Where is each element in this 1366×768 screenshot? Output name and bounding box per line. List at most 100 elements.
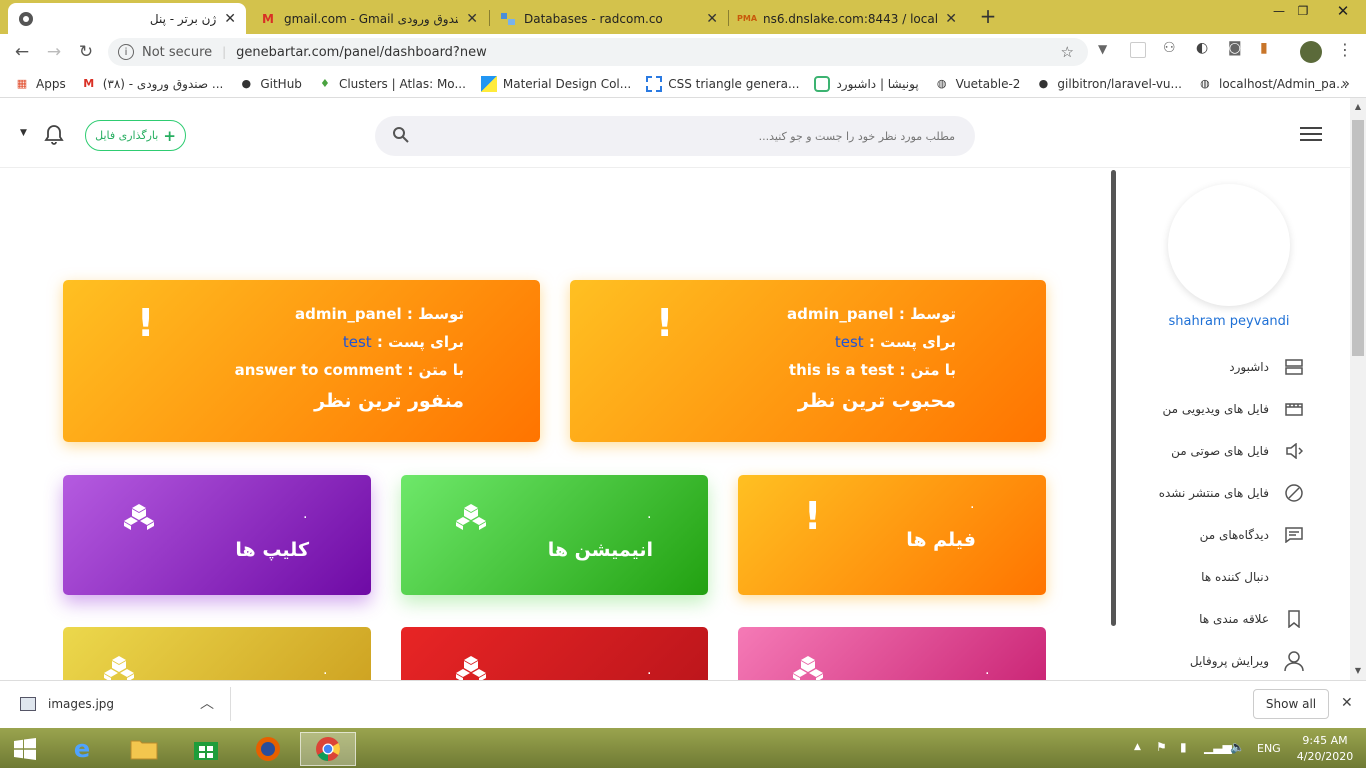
extension-icon[interactable]: ▼ xyxy=(1098,42,1114,58)
tab-phpmyadmin[interactable]: PMA ns6.dnslake.com:8443 / localhost ✕ xyxy=(729,3,967,34)
sidebar-item-unpublished[interactable]: فایل های منتشر نشده xyxy=(1159,482,1305,504)
upload-file-button[interactable]: + بارگذاری فایل xyxy=(85,120,186,151)
back-button[interactable]: ← xyxy=(10,40,34,64)
battery-icon[interactable]: ▮ xyxy=(1180,740,1187,754)
forward-button[interactable]: → xyxy=(42,40,66,64)
download-filename[interactable]: images.jpg xyxy=(48,697,114,711)
bookmark-gilbitron[interactable]: ● gilbitron/laravel-vu... xyxy=(1035,76,1182,92)
windows-start-icon[interactable] xyxy=(0,732,50,766)
most-liked-comment-card[interactable]: توسط : admin_panel برای پست : test با مت… xyxy=(570,280,1046,442)
sidebar-item-audio[interactable]: فایل های صوتی من xyxy=(1171,440,1305,462)
clock-time[interactable]: 9:45 AM xyxy=(1290,734,1360,747)
bookmarks-overflow[interactable]: » xyxy=(1341,76,1350,92)
hamburger-menu-icon[interactable] xyxy=(1300,126,1322,145)
bookmark-apps[interactable]: ▦ Apps xyxy=(14,76,66,92)
star-bookmark-icon[interactable]: ☆ xyxy=(1061,43,1074,61)
dashboard-icon xyxy=(1283,356,1305,378)
language-indicator[interactable]: ENG xyxy=(1257,742,1281,755)
tray-up-arrow-icon[interactable]: ▲ xyxy=(1134,742,1141,752)
sidebar-item-dashboard[interactable]: داشبورد xyxy=(1229,356,1305,378)
clips-stat-card[interactable]: ۰ کلیپ ها xyxy=(63,475,371,595)
internet-explorer-icon[interactable]: e xyxy=(54,732,110,766)
bookmark-material[interactable]: Material Design Col... xyxy=(480,75,631,92)
gmail-icon: M xyxy=(83,77,95,90)
search-bar[interactable] xyxy=(375,116,975,156)
scroll-up-arrow-icon[interactable]: ▲ xyxy=(1350,98,1366,114)
camera-icon[interactable]: ◙ xyxy=(1228,40,1242,56)
firefox-icon[interactable] xyxy=(240,732,296,766)
bell-icon[interactable] xyxy=(44,124,64,149)
stat-title: کلیپ ها xyxy=(235,539,309,561)
extension-icon[interactable] xyxy=(1130,42,1146,58)
bookmark-vuetable[interactable]: ◍ Vuetable-2 xyxy=(934,76,1021,92)
extension-icon[interactable]: ▮ xyxy=(1260,40,1268,56)
extension-icon[interactable]: ⚇ xyxy=(1163,40,1176,56)
stat-card[interactable]: ۰ xyxy=(401,627,708,680)
username[interactable]: shahram peyvandi xyxy=(1118,314,1340,329)
bookmark-github[interactable]: ● GitHub xyxy=(238,76,302,92)
security-label[interactable]: Not secure xyxy=(142,45,212,60)
tab-gmail[interactable]: M gmail.com - Gmail صندوق ورودی ✕ xyxy=(250,3,488,34)
sidebar-item-favorites[interactable]: علاقه مندی ها xyxy=(1199,608,1305,630)
stat-count: ۰ xyxy=(645,665,653,680)
new-tab-button[interactable]: + xyxy=(976,4,1000,28)
stat-count: ۰ xyxy=(321,665,329,680)
chrome-icon xyxy=(18,11,34,27)
most-disliked-comment-card[interactable]: توسط : admin_panel برای پست : test با مت… xyxy=(63,280,540,442)
sidebar-item-edit-profile[interactable]: ویرایش پروفایل xyxy=(1190,650,1305,672)
volume-icon[interactable]: 🔈 xyxy=(1230,740,1245,754)
cubes-icon xyxy=(792,655,824,680)
bookmark-atlas[interactable]: ♦ Clusters | Atlas: Mo... xyxy=(317,76,466,92)
file-explorer-icon[interactable] xyxy=(116,732,172,766)
network-icon[interactable]: ▁▃▅ xyxy=(1204,740,1232,754)
post-link[interactable]: test xyxy=(343,333,372,351)
movies-stat-card[interactable]: ۰ فیلم ها ! xyxy=(738,475,1046,595)
tab-active[interactable]: ژن برتر - پنل ✕ xyxy=(8,3,246,34)
stat-card[interactable]: ۰ xyxy=(738,627,1046,680)
animations-stat-card[interactable]: ۰ انیمیشن ها xyxy=(401,475,708,595)
close-tab-icon[interactable]: ✕ xyxy=(466,11,478,27)
close-tab-icon[interactable]: ✕ xyxy=(224,11,236,27)
windows-taskbar: e ▲ ⚑ ▮ ▁▃▅ 🔈 ENG 9:45 AM 4/20/2020 xyxy=(0,728,1366,768)
menu-kebab-icon[interactable]: ⋮ xyxy=(1337,40,1353,59)
scrollbar-thumb[interactable] xyxy=(1352,120,1364,356)
cubes-icon xyxy=(455,655,487,680)
sidebar-item-comments[interactable]: دیدگاه‌های من xyxy=(1200,524,1305,546)
clock-date[interactable]: 4/20/2020 xyxy=(1290,750,1360,763)
close-window-button[interactable]: ✕ xyxy=(1320,0,1366,22)
tab-databases[interactable]: Databases - radcom.co ✕ xyxy=(490,3,728,34)
url-text[interactable]: genebartar.com/panel/dashboard?new xyxy=(236,45,1060,60)
close-tab-icon[interactable]: ✕ xyxy=(945,11,957,27)
close-downloads-icon[interactable]: ✕ xyxy=(1341,695,1353,711)
action-center-icon[interactable]: ⚑ xyxy=(1156,740,1167,754)
sidebar-item-videos[interactable]: فایل های ویدیویی من xyxy=(1162,398,1305,420)
reload-button[interactable]: ↻ xyxy=(74,40,98,64)
avatar[interactable] xyxy=(1168,184,1290,306)
page-scrollbar[interactable]: ▲ ▼ xyxy=(1350,98,1366,680)
address-bar[interactable]: i Not secure | genebartar.com/panel/dash… xyxy=(108,38,1088,66)
dark-mode-icon[interactable]: ◐ xyxy=(1196,40,1208,56)
search-icon[interactable] xyxy=(392,126,410,147)
chrome-taskbar-icon[interactable] xyxy=(300,732,356,766)
block-icon xyxy=(1283,482,1305,504)
info-icon[interactable]: i xyxy=(118,44,134,60)
bookmark-ponisha[interactable]: پونیشا | داشبورد xyxy=(814,75,919,92)
exclamation-icon: ! xyxy=(137,301,155,345)
comment-icon xyxy=(1283,524,1305,546)
content-scrollbar[interactable] xyxy=(1111,170,1116,626)
dropdown-caret-icon[interactable]: ▼ xyxy=(20,128,27,138)
close-tab-icon[interactable]: ✕ xyxy=(706,11,718,27)
bookmark-gmail[interactable]: M صندوق ورودی - (۳۸) ... xyxy=(81,76,223,92)
sidebar-item-followers[interactable]: دنبال کننده ها xyxy=(1201,566,1305,588)
store-icon[interactable] xyxy=(178,732,234,766)
search-input[interactable] xyxy=(425,116,965,156)
bookmark-css-triangle[interactable]: CSS triangle genera... xyxy=(646,75,799,92)
scroll-down-arrow-icon[interactable]: ▼ xyxy=(1350,662,1366,678)
chevron-up-icon[interactable]: ︿ xyxy=(200,693,214,713)
app-header: ▼ + بارگذاری فایل xyxy=(0,98,1350,168)
bookmark-localhost[interactable]: ◍ localhost/Admin_pa... xyxy=(1197,76,1347,92)
profile-avatar[interactable] xyxy=(1300,41,1322,63)
stat-card[interactable]: ۰ xyxy=(63,627,371,680)
show-all-button[interactable]: Show all xyxy=(1253,689,1329,719)
post-link[interactable]: test xyxy=(835,333,864,351)
